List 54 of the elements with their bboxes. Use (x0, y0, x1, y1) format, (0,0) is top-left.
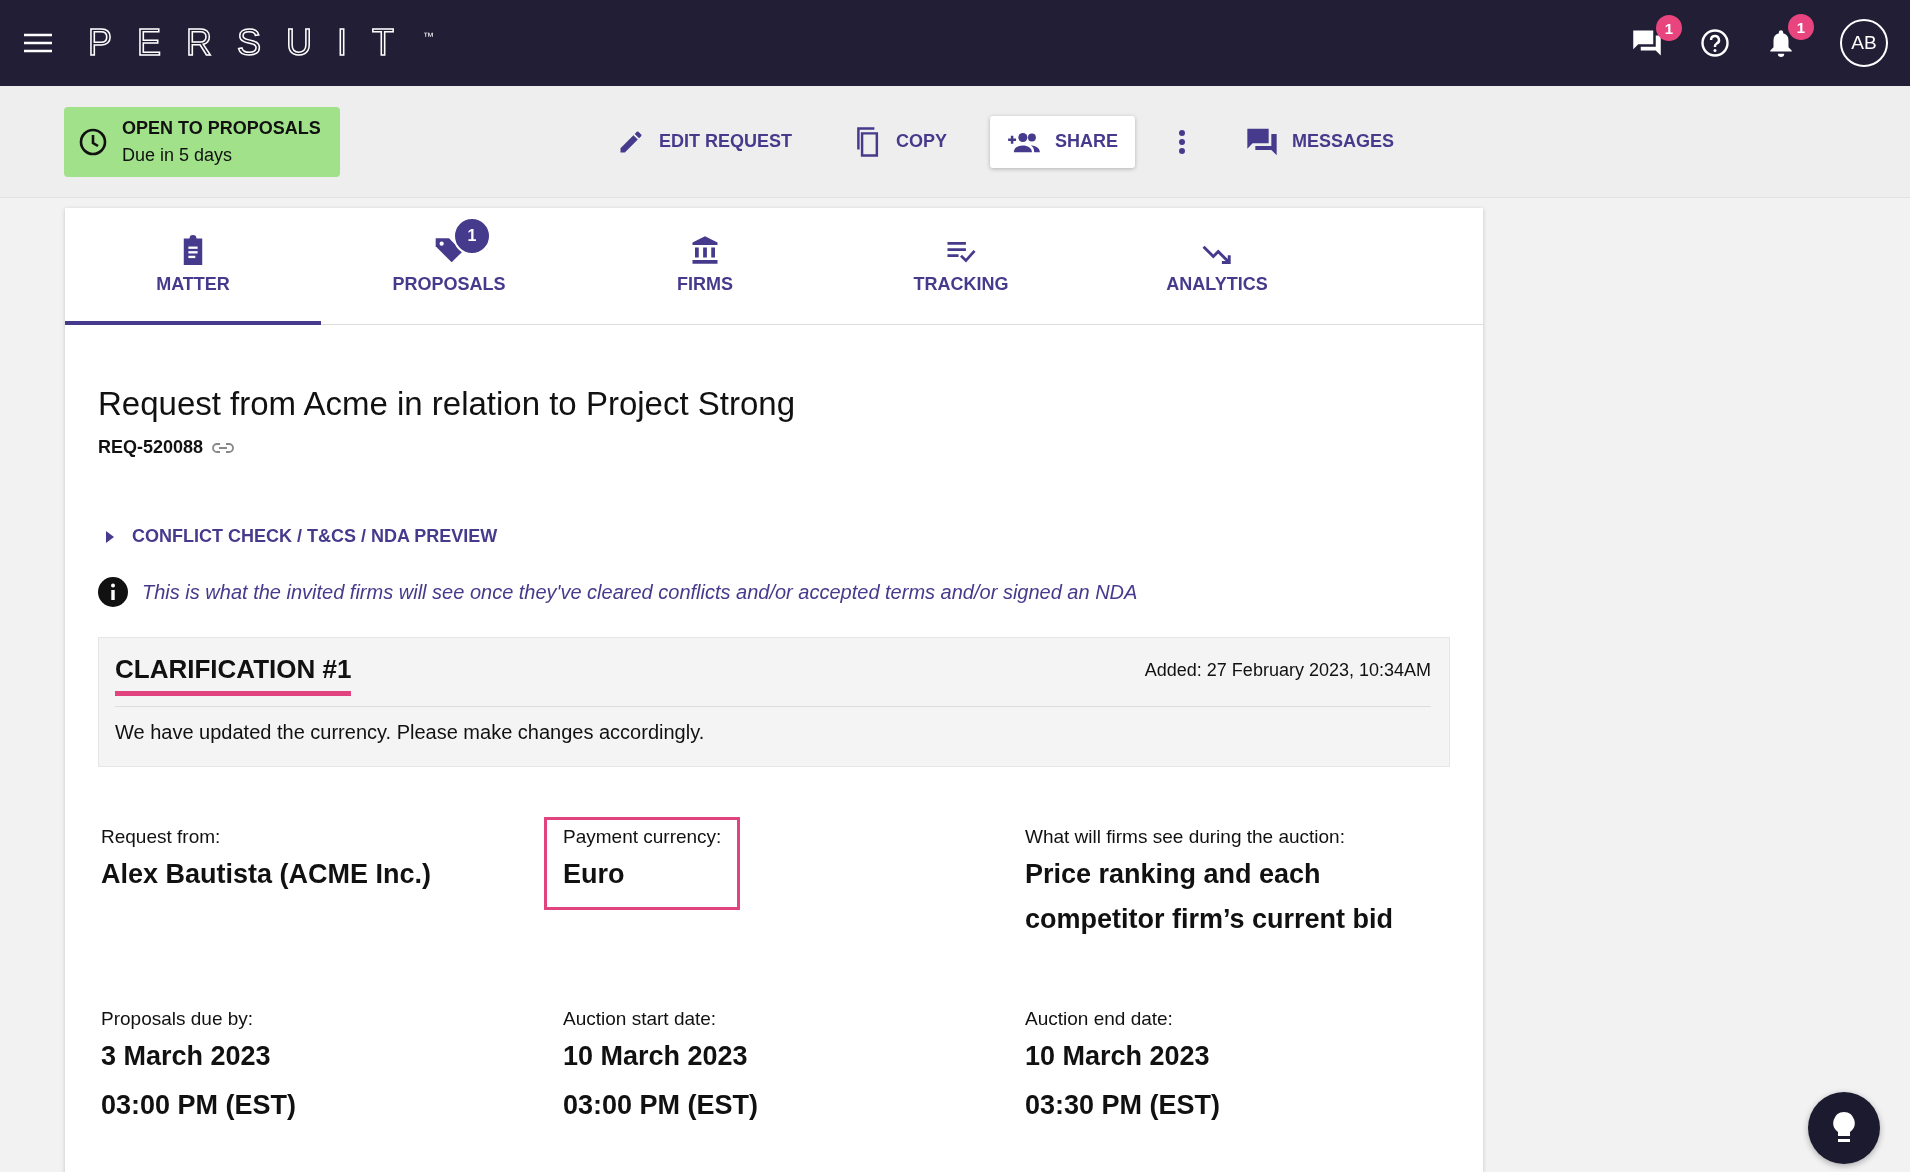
copy-button[interactable]: COPY (835, 115, 965, 168)
clarification-message: We have updated the currency. Please make changes accordingly. (115, 721, 706, 744)
bell-icon[interactable] (1768, 28, 1794, 58)
trademark-mark: ™ (423, 30, 435, 42)
due-date-text: Due in 5 days (122, 144, 234, 166)
checklist-icon (945, 239, 977, 265)
field-label: Payment currency: (563, 826, 722, 848)
tab[interactable]: FIRMS (577, 208, 833, 325)
lightbulb-icon (1832, 1111, 1856, 1145)
added-date: Added: 27 February 2023, 10:34AM (1144, 660, 1431, 681)
field-value: 3 March 2023 (101, 1040, 272, 1073)
request-title: Request from Acme in relation to Project Strong (98, 385, 796, 423)
help-icon[interactable] (1700, 28, 1730, 58)
request-id: REQ-520088 (98, 437, 204, 458)
field-value: 03:00 PM (EST) (563, 1089, 759, 1122)
tips-button[interactable] (1808, 1092, 1880, 1164)
field-label: Request from: (101, 826, 222, 848)
field-label: Auction start date: (563, 1008, 718, 1030)
chat-icon[interactable] (1632, 29, 1662, 57)
share-button[interactable]: SHARE (990, 115, 1136, 168)
trending-down-icon (1201, 243, 1233, 265)
avatar[interactable]: AB (1840, 19, 1888, 67)
clock-icon (78, 126, 108, 157)
logo[interactable]: PERSUIT (88, 22, 420, 64)
field-value: Euro (563, 858, 626, 891)
link-icon[interactable] (211, 441, 236, 454)
field-value: 03:30 PM (EST) (1025, 1089, 1221, 1122)
notification-badge: 1 (1788, 14, 1814, 40)
field-label: Proposals due by: (101, 1008, 255, 1030)
field-label: What will firms see during the auction: (1025, 826, 1346, 848)
field-value: Price ranking and each competitor firm’s current bid (1025, 858, 1395, 936)
status-title: OPEN TO PROPOSALS (122, 117, 321, 139)
tab[interactable]: 1 PROPOSALS (321, 208, 577, 325)
notice-text: This is what the invited firms will see once they've cleared conflicts and/or accepted terms and/or signed an NDA (142, 580, 1138, 604)
tab[interactable]: MATTER (65, 208, 321, 325)
edit-request-button[interactable]: EDIT REQUEST (600, 115, 809, 168)
field-value: 10 March 2023 (1025, 1040, 1211, 1073)
bank-icon (690, 235, 720, 265)
field-value: 03:00 PM (EST) (101, 1089, 297, 1122)
count-badge: 1 (453, 217, 491, 255)
field-label: Auction end date: (1025, 1008, 1174, 1030)
field-value: 10 March 2023 (563, 1040, 749, 1073)
clarification-title: CLARIFICATION #1 (115, 654, 352, 696)
menu-icon[interactable] (24, 33, 52, 53)
tab[interactable]: TRACKING (833, 208, 1089, 325)
field-value: Alex Bautista (ACME Inc.) (101, 858, 432, 891)
tab[interactable]: ANALYTICS (1089, 208, 1345, 325)
messages-button[interactable]: MESSAGES (1229, 115, 1412, 168)
caret-icon[interactable] (106, 530, 114, 543)
notification-badge: 1 (1656, 15, 1682, 41)
chat-icon (1246, 126, 1279, 157)
info-icon (98, 577, 128, 607)
more-icon (1178, 128, 1187, 155)
conflict-check-link[interactable]: CONFLICT CHECK / T&CS / NDA PREVIEW (132, 526, 498, 547)
